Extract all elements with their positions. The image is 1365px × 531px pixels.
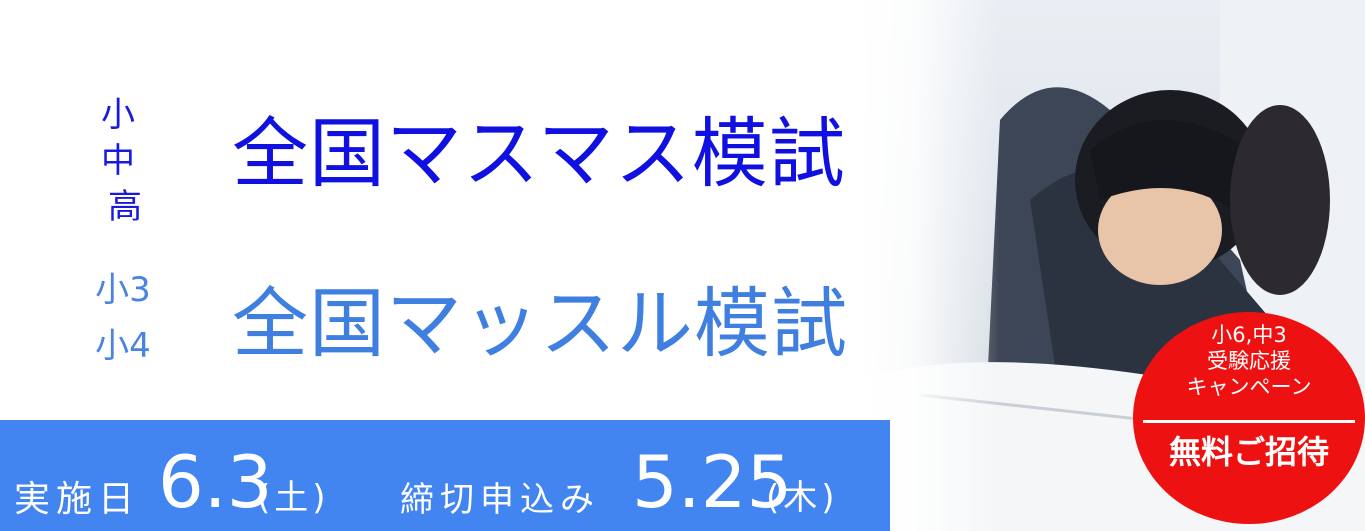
free-invitation-badge: 小6,中3 受験応援 キャンペーン 無料ご招待 xyxy=(1133,312,1365,524)
badge-line1: 小6,中3 xyxy=(1211,323,1287,347)
exam-date-label: 実施日 xyxy=(14,479,141,520)
title-muscle-exam: 全国マッスル模試 xyxy=(232,279,848,368)
grade-muscle-line2: 小4 xyxy=(95,326,151,366)
grade-label-muscle: 小3 小4 xyxy=(78,262,168,374)
exam-date-day: (土) xyxy=(257,478,330,518)
grade-mas-line1: 小 中 xyxy=(101,95,149,181)
badge-main: 無料ご招待 xyxy=(1168,433,1329,471)
deadline-label: 締切申込み xyxy=(400,480,600,520)
grade-label-mas: 小 中 高 xyxy=(70,92,180,230)
badge-line3: キャンペーン xyxy=(1186,375,1312,399)
date-band: 実施日 6.3 (土) 締切申込み 5.25 (木) xyxy=(0,420,890,531)
grade-mas-line2: 高 xyxy=(108,187,142,227)
title-masumasu-exam: 全国マスマス模試 xyxy=(232,109,846,198)
exam-date-value: 6.3 xyxy=(158,440,273,524)
grade-muscle-line1: 小3 xyxy=(95,270,151,310)
badge-divider xyxy=(1143,420,1355,423)
badge-line2: 受験応援 xyxy=(1207,349,1291,373)
deadline-day: (木) xyxy=(766,478,839,518)
